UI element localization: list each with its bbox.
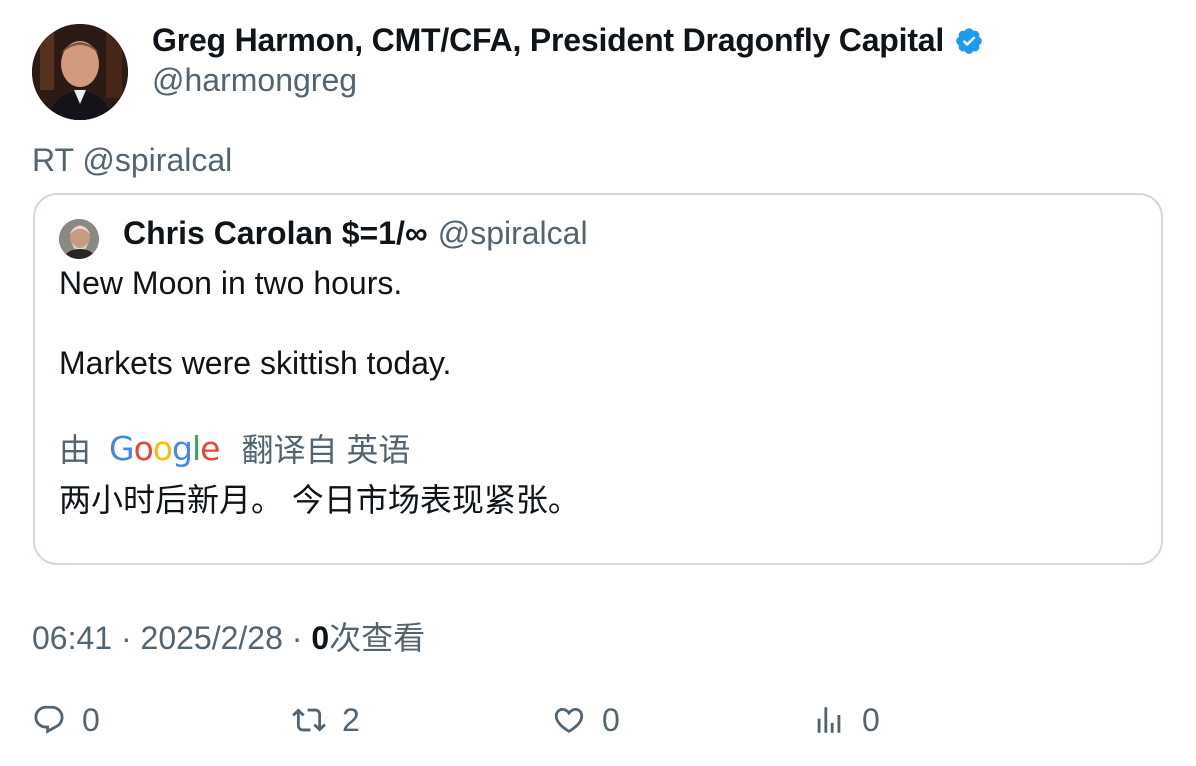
quoted-tweet-text-line-1: New Moon in two hours. <box>59 265 403 301</box>
translation-suffix[interactable]: 翻译自 英语 <box>241 425 410 471</box>
views-label: 次查看 <box>329 620 426 656</box>
quoted-author-handle[interactable]: @spiralcal <box>438 215 588 252</box>
author-handle[interactable]: @harmongreg <box>152 62 357 99</box>
quoted-tweet-header: Chris Carolan $=1/∞ @spiralcal <box>123 215 588 252</box>
author-name-row: Greg Harmon, CMT/CFA, President Dragonfl… <box>152 22 984 59</box>
author-name[interactable]: Greg Harmon, CMT/CFA, President Dragonfl… <box>152 22 944 59</box>
verified-badge-icon <box>954 26 984 56</box>
retweet-count: 2 <box>342 701 360 738</box>
tweet: Greg Harmon, CMT/CFA, President Dragonfl… <box>0 0 1196 766</box>
like-icon <box>554 707 584 733</box>
quoted-author-avatar[interactable] <box>59 219 99 259</box>
translation-prefix: 由 <box>59 432 92 468</box>
views-button[interactable]: 0 <box>812 700 880 740</box>
reply-button[interactable]: 0 <box>32 700 100 740</box>
tweet-meta: 06:41 · 2025/2/28 · 0次查看 <box>32 613 425 659</box>
tweet-time[interactable]: 06:41 <box>32 620 112 656</box>
google-logo: Google <box>109 428 220 468</box>
like-count: 0 <box>602 701 620 738</box>
retweet-prefix: RT @spiralcal <box>32 142 233 178</box>
reply-count: 0 <box>82 701 100 738</box>
author-avatar[interactable] <box>32 24 128 120</box>
views-action-count: 0 <box>862 701 880 738</box>
like-button[interactable]: 0 <box>552 700 620 740</box>
translation-attribution: 由 Google 翻译自 英语 <box>59 425 410 471</box>
meta-separator: · <box>120 620 132 656</box>
views-icon <box>817 707 841 733</box>
views-count: 0 <box>311 620 330 656</box>
tweet-date[interactable]: 2025/2/28 <box>141 620 283 656</box>
meta-separator: · <box>291 620 303 656</box>
quoted-tweet-text-line-2: Markets were skittish today. <box>59 345 452 381</box>
reply-icon <box>34 705 64 734</box>
retweet-button[interactable]: 2 <box>292 700 360 740</box>
retweet-icon <box>292 708 326 732</box>
quoted-author-name[interactable]: Chris Carolan $=1/∞ <box>123 215 428 252</box>
translation-text: 两小时后新月。 今日市场表现紧张。 <box>59 482 580 518</box>
quoted-tweet-card[interactable]: Chris Carolan $=1/∞ @spiralcal New Moon … <box>33 193 1163 565</box>
